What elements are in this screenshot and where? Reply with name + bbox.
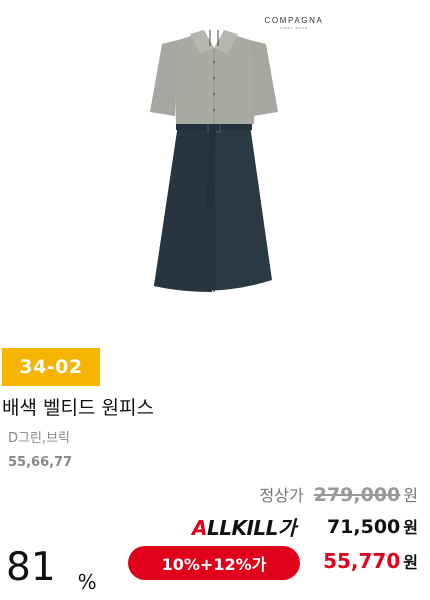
product-image[interactable]: COMPAGNA FIRST WAVE (0, 0, 430, 340)
final-price: 55,770 (323, 549, 401, 573)
dress-photo (150, 30, 278, 292)
allkill-logo: ALLKILL가 (192, 512, 296, 541)
brand-logo: COMPAGNA FIRST WAVE (262, 16, 326, 30)
currency-unit: 원 (403, 518, 418, 537)
product-card[interactable]: COMPAGNA FIRST WAVE 34-02 배색 벨티드 원피스 D그린… (0, 0, 430, 600)
discount-rate-value: 81 (6, 545, 56, 590)
brand-subtitle: FIRST WAVE (280, 26, 308, 30)
product-code-badge: 34-02 (2, 348, 100, 386)
product-colors: D그린,브릭 (8, 431, 70, 446)
allkill-logo-rest: LLKILL가 (206, 516, 296, 540)
allkill-logo-a: A (192, 516, 207, 540)
discount-rate: 81 % (6, 545, 97, 595)
product-name[interactable]: 배색 벨티드 원피스 (2, 393, 154, 420)
list-price: 279,000 (313, 484, 401, 506)
allkill-price-row: 71,500 원 (327, 514, 418, 538)
allkill-price: 71,500 (326, 516, 401, 538)
discount-rate-unit: % (77, 570, 97, 594)
list-price-label: 정상가 (259, 486, 304, 505)
currency-unit: 원 (403, 553, 418, 572)
list-price-row: 정상가 279,000 원 (260, 482, 418, 506)
discount-badge: 10%+12%가 (128, 546, 300, 580)
brand-name: COMPAGNA (264, 16, 324, 25)
currency-unit: 원 (403, 486, 418, 505)
product-sizes: 55,66,77 (8, 455, 73, 470)
final-price-row: 55,770 원 (323, 549, 418, 573)
